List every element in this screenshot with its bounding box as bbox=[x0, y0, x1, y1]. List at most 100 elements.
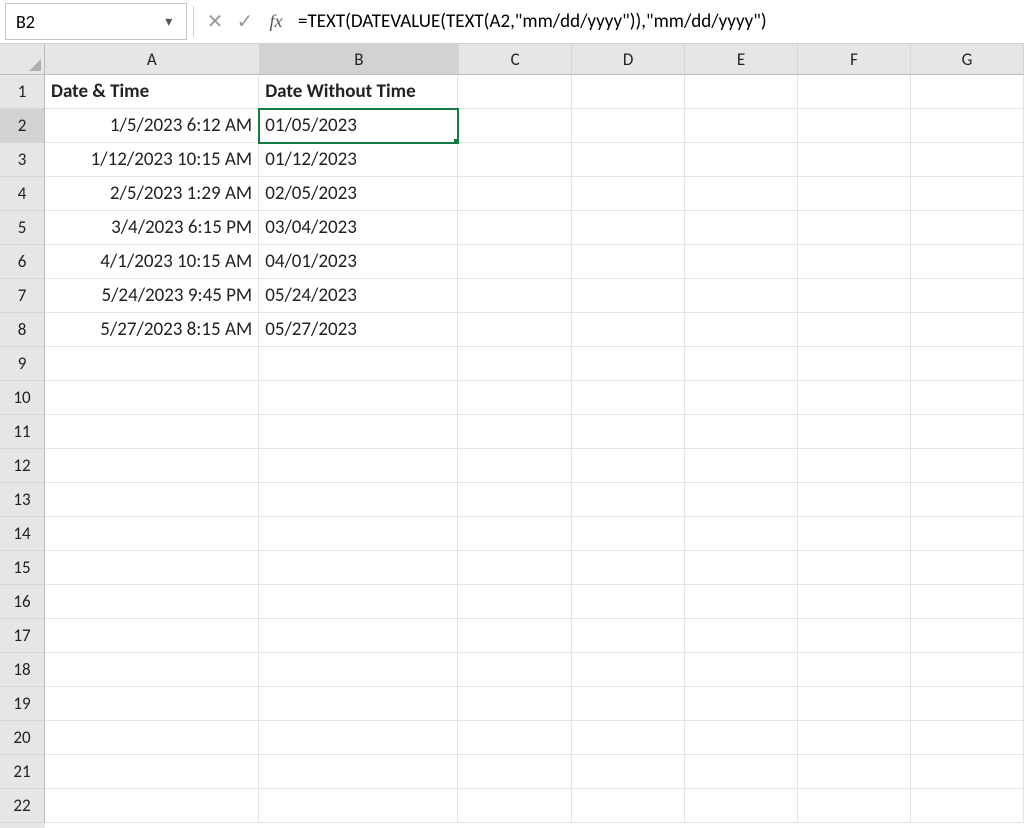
cell-C17[interactable] bbox=[458, 619, 571, 653]
cell-B8[interactable]: 05/27/2023 bbox=[259, 313, 458, 347]
cell-C16[interactable] bbox=[458, 585, 571, 619]
cell-C20[interactable] bbox=[458, 721, 571, 755]
cell-E10[interactable] bbox=[685, 381, 798, 415]
select-all-corner[interactable] bbox=[0, 44, 45, 75]
cell-D8[interactable] bbox=[572, 313, 685, 347]
row-header-7[interactable]: 7 bbox=[0, 279, 45, 313]
cell-F3[interactable] bbox=[798, 143, 911, 177]
row-header-13[interactable]: 13 bbox=[0, 483, 45, 517]
cell-G4[interactable] bbox=[911, 177, 1024, 211]
cell-B13[interactable] bbox=[259, 483, 458, 517]
cell-A16[interactable] bbox=[45, 585, 259, 619]
cell-G8[interactable] bbox=[911, 313, 1024, 347]
cell-B19[interactable] bbox=[259, 687, 458, 721]
cell-C22[interactable] bbox=[458, 789, 571, 823]
cell-B12[interactable] bbox=[259, 449, 458, 483]
cell-E20[interactable] bbox=[685, 721, 798, 755]
cell-A1[interactable]: Date & Time bbox=[45, 75, 259, 109]
cell-F7[interactable] bbox=[798, 279, 911, 313]
cell-A9[interactable] bbox=[45, 347, 259, 381]
cell-E14[interactable] bbox=[685, 517, 798, 551]
column-header-B[interactable]: B bbox=[260, 44, 460, 74]
cell-B9[interactable] bbox=[259, 347, 458, 381]
row-header-5[interactable]: 5 bbox=[0, 211, 45, 245]
cell-B3[interactable]: 01/12/2023 bbox=[259, 143, 458, 177]
cell-B11[interactable] bbox=[259, 415, 458, 449]
cell-C2[interactable] bbox=[458, 109, 571, 143]
cell-A19[interactable] bbox=[45, 687, 259, 721]
cell-B4[interactable]: 02/05/2023 bbox=[259, 177, 458, 211]
cell-D1[interactable] bbox=[572, 75, 685, 109]
cell-F1[interactable] bbox=[798, 75, 911, 109]
cell-C19[interactable] bbox=[458, 687, 571, 721]
cell-G9[interactable] bbox=[911, 347, 1024, 381]
cell-B14[interactable] bbox=[259, 517, 458, 551]
cell-E17[interactable] bbox=[685, 619, 798, 653]
cell-A17[interactable] bbox=[45, 619, 259, 653]
cell-D15[interactable] bbox=[572, 551, 685, 585]
cell-F11[interactable] bbox=[798, 415, 911, 449]
cell-A4[interactable]: 2/5/2023 1:29 AM bbox=[45, 177, 259, 211]
cell-F13[interactable] bbox=[798, 483, 911, 517]
cell-D6[interactable] bbox=[572, 245, 685, 279]
row-header-16[interactable]: 16 bbox=[0, 585, 45, 619]
cell-B16[interactable] bbox=[259, 585, 458, 619]
cell-C12[interactable] bbox=[458, 449, 571, 483]
row-header-9[interactable]: 9 bbox=[0, 347, 45, 381]
row-header-19[interactable]: 19 bbox=[0, 687, 45, 721]
row-header-10[interactable]: 10 bbox=[0, 381, 45, 415]
cell-F15[interactable] bbox=[798, 551, 911, 585]
cell-D21[interactable] bbox=[572, 755, 685, 789]
row-header-4[interactable]: 4 bbox=[0, 177, 45, 211]
cell-A7[interactable]: 5/24/2023 9:45 PM bbox=[45, 279, 259, 313]
cell-A2[interactable]: 1/5/2023 6:12 AM bbox=[45, 109, 259, 143]
cell-G15[interactable] bbox=[911, 551, 1024, 585]
column-header-F[interactable]: F bbox=[798, 44, 911, 74]
row-header-20[interactable]: 20 bbox=[0, 721, 45, 755]
fx-icon[interactable]: fx bbox=[260, 0, 292, 43]
cell-D10[interactable] bbox=[572, 381, 685, 415]
cell-F8[interactable] bbox=[798, 313, 911, 347]
cell-D11[interactable] bbox=[572, 415, 685, 449]
cell-G1[interactable] bbox=[911, 75, 1024, 109]
cell-F18[interactable] bbox=[798, 653, 911, 687]
cell-F20[interactable] bbox=[798, 721, 911, 755]
cell-C18[interactable] bbox=[458, 653, 571, 687]
cell-F9[interactable] bbox=[798, 347, 911, 381]
cell-F12[interactable] bbox=[798, 449, 911, 483]
row-header-14[interactable]: 14 bbox=[0, 517, 45, 551]
row-header-6[interactable]: 6 bbox=[0, 245, 45, 279]
formula-input[interactable] bbox=[292, 0, 1024, 43]
cell-G6[interactable] bbox=[911, 245, 1024, 279]
cancel-formula-button[interactable]: ✕ bbox=[200, 0, 230, 43]
cell-A11[interactable] bbox=[45, 415, 259, 449]
cell-A6[interactable]: 4/1/2023 10:15 AM bbox=[45, 245, 259, 279]
cell-G17[interactable] bbox=[911, 619, 1024, 653]
cell-B6[interactable]: 04/01/2023 bbox=[259, 245, 458, 279]
cell-G18[interactable] bbox=[911, 653, 1024, 687]
cell-D14[interactable] bbox=[572, 517, 685, 551]
cell-G12[interactable] bbox=[911, 449, 1024, 483]
cell-G3[interactable] bbox=[911, 143, 1024, 177]
cell-F10[interactable] bbox=[798, 381, 911, 415]
cell-C15[interactable] bbox=[458, 551, 571, 585]
cell-F14[interactable] bbox=[798, 517, 911, 551]
cell-C5[interactable] bbox=[458, 211, 571, 245]
name-box-input[interactable] bbox=[16, 11, 161, 33]
cell-G10[interactable] bbox=[911, 381, 1024, 415]
row-header-2[interactable]: 2 bbox=[0, 109, 45, 143]
row-header-22[interactable]: 22 bbox=[0, 789, 45, 823]
cell-D16[interactable] bbox=[572, 585, 685, 619]
row-header-8[interactable]: 8 bbox=[0, 313, 45, 347]
cell-E1[interactable] bbox=[685, 75, 798, 109]
cell-F19[interactable] bbox=[798, 687, 911, 721]
cell-E2[interactable] bbox=[685, 109, 798, 143]
cell-D18[interactable] bbox=[572, 653, 685, 687]
cell-A3[interactable]: 1/12/2023 10:15 AM bbox=[45, 143, 259, 177]
row-header-15[interactable]: 15 bbox=[0, 551, 45, 585]
cell-E6[interactable] bbox=[685, 245, 798, 279]
cell-F5[interactable] bbox=[798, 211, 911, 245]
cell-A15[interactable] bbox=[45, 551, 259, 585]
column-header-C[interactable]: C bbox=[459, 44, 572, 74]
cell-C9[interactable] bbox=[458, 347, 571, 381]
